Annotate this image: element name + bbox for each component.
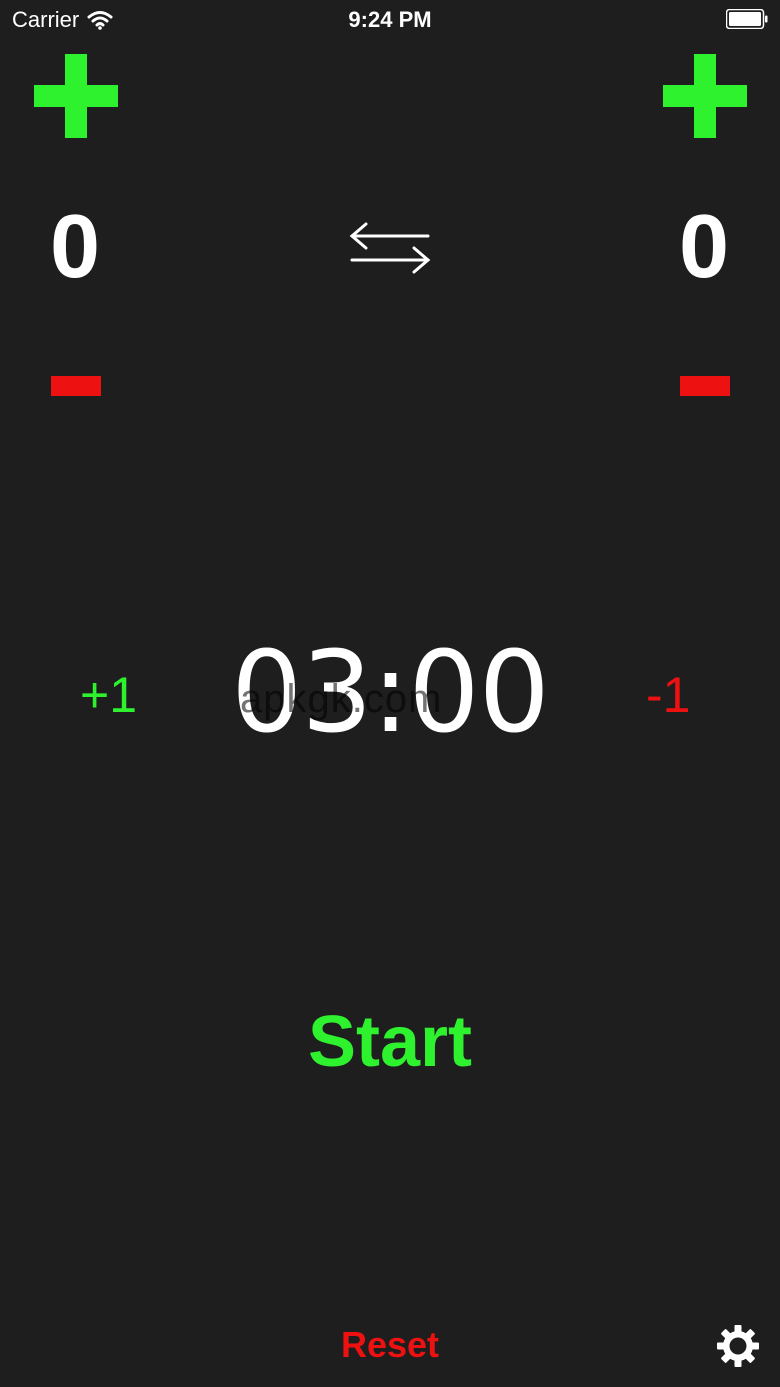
reset-button[interactable]: Reset [0, 1322, 780, 1368]
status-bar-time: 9:24 PM [348, 7, 432, 32]
right-decrement-button[interactable] [680, 376, 730, 396]
plus-icon [34, 54, 118, 138]
settings-button[interactable] [716, 1324, 760, 1368]
right-score: 0 [678, 197, 730, 297]
left-score: 0 [49, 197, 101, 297]
plus-icon [663, 54, 747, 138]
swap-arrows-icon [349, 222, 431, 274]
subtract-minute-button[interactable]: -1 [646, 660, 690, 730]
start-button[interactable]: Start [0, 1000, 780, 1084]
swap-sides-button[interactable] [346, 220, 434, 276]
add-minute-button[interactable]: +1 [80, 660, 137, 730]
left-decrement-button[interactable] [51, 376, 101, 396]
timer-display: 03:00 [231, 628, 550, 758]
left-increment-button[interactable] [34, 54, 118, 138]
gear-icon [717, 1325, 759, 1367]
minus-icon [680, 376, 730, 396]
minus-icon [51, 376, 101, 396]
right-increment-button[interactable] [663, 54, 747, 138]
battery-icon [726, 9, 768, 29]
